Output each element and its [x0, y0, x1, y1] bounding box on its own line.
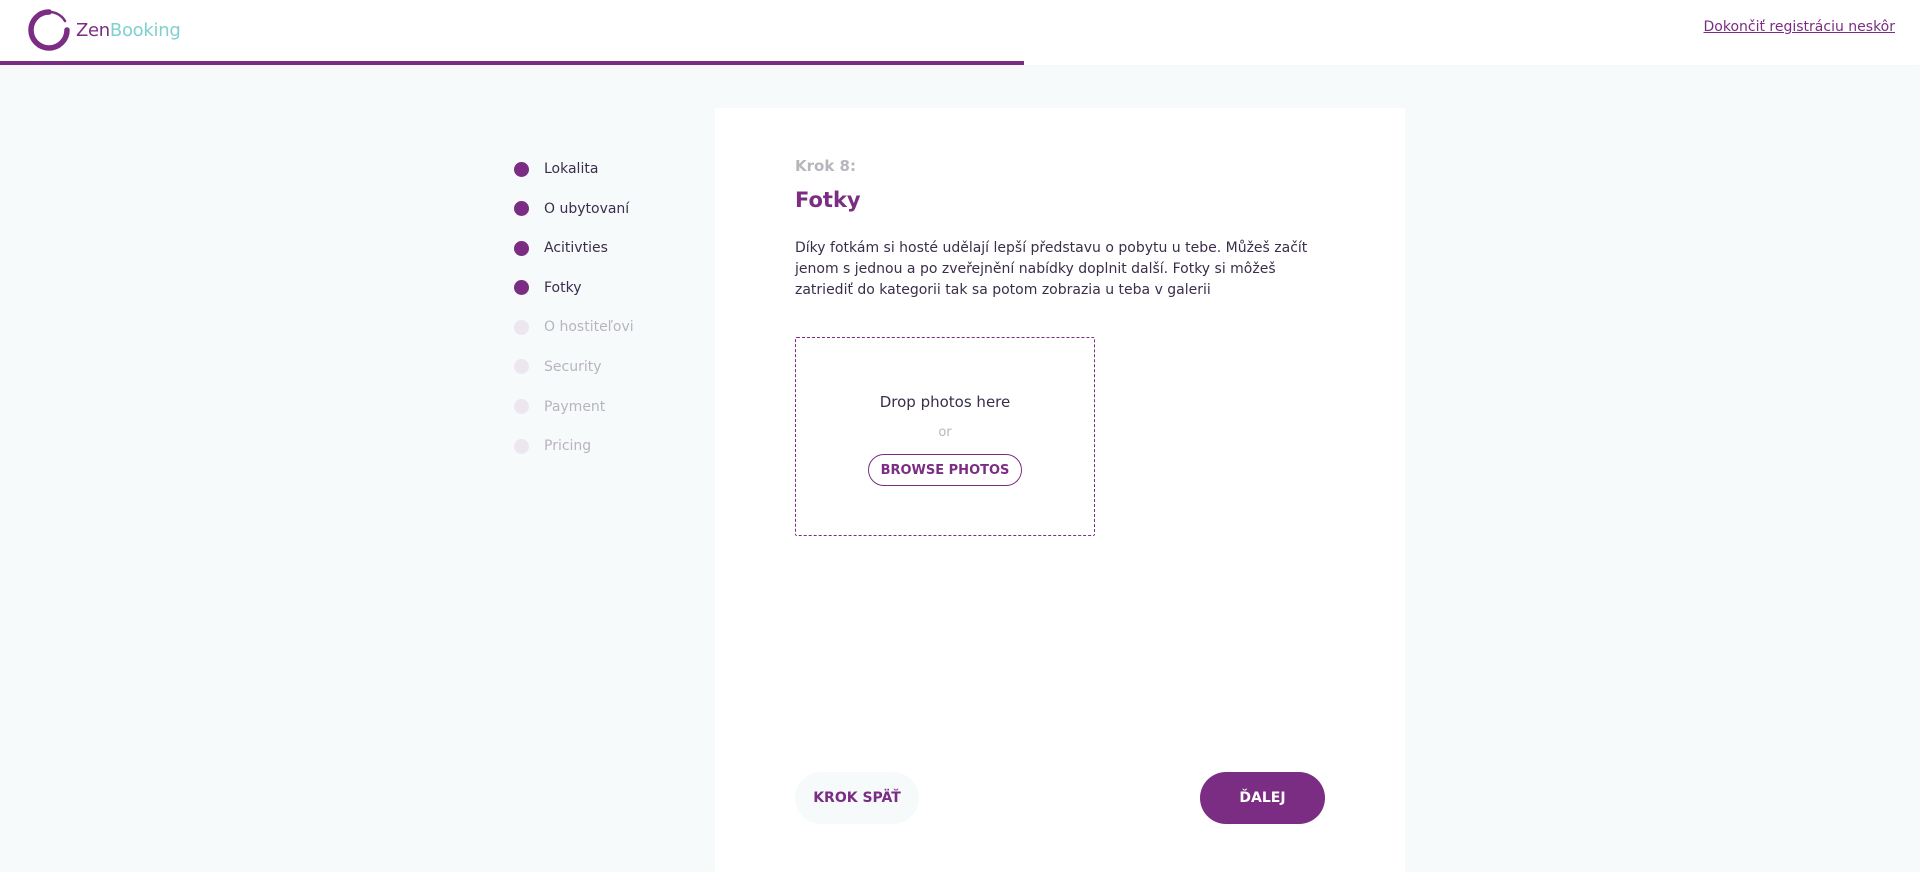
browse-photos-button[interactable]: BROWSE PHOTOS	[868, 454, 1022, 486]
page-description: Díky fotkám si hosté udělají lepší předs…	[795, 240, 1308, 298]
drop-photos-text: Drop photos here	[879, 393, 1011, 411]
main-card: Krok 8: Fotky Díky fotkám si hosté uděla…	[715, 108, 1405, 872]
step-dot-icon	[514, 161, 529, 177]
step-dot-icon	[514, 399, 529, 415]
progress-bar-fill	[0, 61, 1024, 65]
step-label: Security	[544, 358, 602, 375]
step-item: Security	[514, 355, 714, 379]
step-item[interactable]: Acitivties	[514, 236, 714, 260]
step-label: Fotky	[544, 279, 582, 296]
logo-text: ZenBooking	[76, 19, 181, 41]
step-dot-icon	[514, 240, 529, 256]
photo-dropzone[interactable]: Drop photos here or BROWSE PHOTOS	[795, 337, 1095, 536]
step-label: Acitivties	[544, 240, 608, 257]
logo[interactable]: ZenBooking	[28, 9, 181, 51]
zenbooking-logo-icon	[28, 9, 70, 51]
or-text: or	[938, 425, 952, 440]
step-item[interactable]: Lokalita	[514, 157, 714, 181]
step-item: O hostiteľovi	[514, 315, 714, 339]
step-label: O hostiteľovi	[544, 319, 634, 336]
step-label: Pricing	[544, 438, 592, 455]
progress-bar	[0, 61, 1920, 65]
step-label: Payment	[544, 398, 606, 415]
step-dot-icon	[514, 280, 529, 296]
step-item: Pricing	[514, 434, 714, 458]
back-button[interactable]: KROK SPÄŤ	[795, 772, 919, 824]
steps-nav: Lokalita O ubytovaní Acitivties Fotky O host…	[514, 157, 714, 474]
logo-text-zen: Zen	[76, 19, 110, 41]
step-dot-icon	[514, 319, 529, 335]
logo-text-booking: Booking	[109, 19, 181, 41]
page-title: Fotky	[795, 188, 861, 212]
finish-later-link[interactable]: Dokončiť registráciu neskôr	[1704, 19, 1896, 35]
step-dot-icon	[514, 438, 529, 454]
step-number-label: Krok 8:	[795, 157, 856, 175]
step-item[interactable]: O ubytovaní	[514, 197, 714, 221]
step-label: Lokalita	[544, 161, 599, 177]
step-item: Payment	[514, 395, 714, 419]
top-bar: ZenBooking Dokončiť registráciu neskôr	[0, 0, 1920, 61]
next-button[interactable]: ĎALEJ	[1200, 772, 1325, 824]
step-dot-icon	[514, 359, 529, 375]
step-dot-icon	[514, 201, 529, 217]
step-item[interactable]: Fotky	[514, 276, 714, 300]
step-label: O ubytovaní	[544, 200, 630, 217]
